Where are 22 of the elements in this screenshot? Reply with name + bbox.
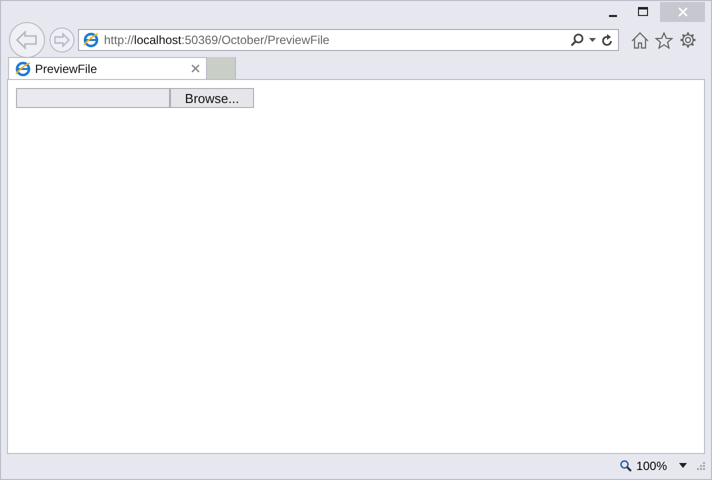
browser-tab[interactable]: PreviewFile: [8, 57, 207, 79]
search-icon[interactable]: [570, 33, 584, 47]
zoom-icon[interactable]: [620, 460, 632, 472]
address-text: http://localhost:50369/October/PreviewFile: [104, 33, 330, 47]
browser-logo-icon: [15, 60, 31, 76]
tab-title: PreviewFile: [35, 62, 98, 76]
dropdown-caret-icon[interactable]: [679, 463, 687, 468]
browse-button[interactable]: Browse...: [170, 88, 254, 108]
browser-logo-icon: [83, 32, 99, 48]
close-icon: [676, 7, 688, 17]
zoom-level[interactable]: 100%: [636, 458, 667, 472]
resize-grip-icon[interactable]: [697, 462, 705, 470]
settings-icon[interactable]: [679, 31, 697, 49]
minimize-icon: [609, 15, 617, 17]
star-icon[interactable]: [655, 32, 673, 48]
close-tab-icon[interactable]: [191, 64, 200, 73]
refresh-icon[interactable]: [601, 34, 613, 46]
address-bar[interactable]: http://localhost:50369/October/PreviewFile: [78, 29, 619, 51]
file-path-field[interactable]: [16, 88, 170, 108]
dropdown-caret-icon[interactable]: [589, 38, 596, 42]
home-icon[interactable]: [631, 32, 649, 48]
maximize-icon: [638, 7, 648, 17]
